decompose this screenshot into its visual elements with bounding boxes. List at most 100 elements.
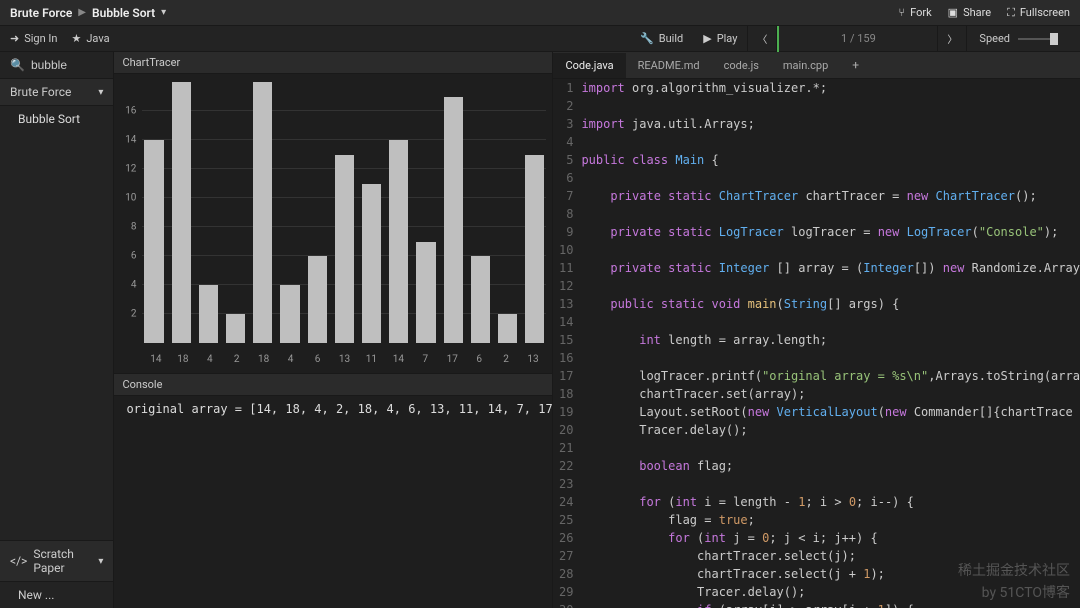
prev-step-button[interactable]: 〈 (747, 26, 777, 52)
code-line[interactable]: 15 int length = array.length; (553, 331, 1080, 349)
x-tick: 4 (196, 354, 223, 365)
progress-indicator[interactable]: 1 / 159 (777, 26, 937, 52)
bar (362, 184, 381, 344)
bar (308, 256, 327, 343)
fork-button[interactable]: ⑂Fork (899, 6, 932, 19)
x-tick: 14 (385, 354, 412, 365)
new-scratch-button[interactable]: New ... (0, 582, 113, 608)
line-number: 26 (553, 529, 581, 547)
tab-code-java[interactable]: Code.java (553, 53, 625, 78)
code-line[interactable]: 9 private static LogTracer logTracer = n… (553, 223, 1080, 241)
code-line[interactable]: 10 (553, 241, 1080, 259)
line-number: 8 (553, 205, 581, 223)
line-number: 22 (553, 457, 581, 475)
build-button[interactable]: 🔧Build (630, 26, 693, 52)
bar-container (142, 82, 546, 343)
line-number: 19 (553, 403, 581, 421)
code-line[interactable]: 12 (553, 277, 1080, 295)
code-line[interactable]: 6 (553, 169, 1080, 187)
code-line[interactable]: 3import java.util.Arrays; (553, 115, 1080, 133)
tab-main-cpp[interactable]: main.cpp (771, 53, 840, 78)
next-step-button[interactable]: 〉 (937, 26, 967, 52)
code-line[interactable]: 16 (553, 349, 1080, 367)
line-number: 10 (553, 241, 581, 259)
breadcrumb-category[interactable]: Brute Force (10, 6, 72, 20)
code-line[interactable]: 1import org.algorithm_visualizer.*; (553, 79, 1080, 97)
code-line[interactable]: 7 private static ChartTracer chartTracer… (553, 187, 1080, 205)
code-line[interactable]: 4 (553, 133, 1080, 151)
x-tick: 14 (142, 354, 169, 365)
x-tick: 2 (493, 354, 520, 365)
code-line[interactable]: 18 chartTracer.set(array); (553, 385, 1080, 403)
x-tick: 17 (439, 354, 466, 365)
tab-code-js[interactable]: code.js (712, 53, 771, 78)
star-icon: ★ (71, 32, 81, 45)
signin-button[interactable]: ➜Sign In (10, 32, 57, 45)
caret-down-icon: ▾ (98, 556, 103, 567)
code-line[interactable]: 2 (553, 97, 1080, 115)
bar (498, 314, 517, 343)
code-line[interactable]: 14 (553, 313, 1080, 331)
line-number: 21 (553, 439, 581, 457)
line-number: 4 (553, 133, 581, 151)
line-number: 3 (553, 115, 581, 133)
speed-slider[interactable] (1018, 38, 1058, 40)
search-icon: 🔍 (10, 58, 25, 72)
bar (199, 285, 218, 343)
fullscreen-icon: ⛶ (1007, 6, 1015, 20)
editor-tabs: Code.javaREADME.mdcode.jsmain.cpp+ (553, 52, 1080, 79)
line-number: 25 (553, 511, 581, 529)
code-line[interactable]: 22 boolean flag; (553, 457, 1080, 475)
slider-knob[interactable] (1050, 33, 1058, 45)
code-line[interactable]: 30 if (array[j] > array[j + 1]) { (553, 601, 1080, 608)
play-button[interactable]: ▶Play (693, 26, 747, 52)
share-button[interactable]: ▣Share (948, 6, 991, 19)
line-number: 14 (553, 313, 581, 331)
code-line[interactable]: 24 for (int i = length - 1; i > 0; i--) … (553, 493, 1080, 511)
category-header[interactable]: Brute Force ▾ (0, 79, 113, 106)
code-line[interactable]: 21 (553, 439, 1080, 457)
line-number: 7 (553, 187, 581, 205)
search-input[interactable] (31, 58, 103, 72)
line-number: 18 (553, 385, 581, 403)
fork-icon: ⑂ (899, 6, 906, 19)
code-line[interactable]: 5public class Main { (553, 151, 1080, 169)
line-number: 24 (553, 493, 581, 511)
language-selector[interactable]: ★Java (71, 32, 109, 45)
scratch-paper-header[interactable]: </>Scratch Paper ▾ (0, 540, 113, 582)
line-number: 2 (553, 97, 581, 115)
line-number: 23 (553, 475, 581, 493)
code-line[interactable]: 28 chartTracer.select(j + 1); (553, 565, 1080, 583)
code-line[interactable]: 8 (553, 205, 1080, 223)
fullscreen-button[interactable]: ⛶Fullscreen (1007, 6, 1070, 20)
code-line[interactable]: 27 chartTracer.select(j); (553, 547, 1080, 565)
breadcrumb-algorithm[interactable]: Bubble Sort (92, 6, 155, 20)
code-line[interactable]: 11 private static Integer [] array = (In… (553, 259, 1080, 277)
x-tick: 18 (250, 354, 277, 365)
code-line[interactable]: 19 Layout.setRoot(new VerticalLayout(new… (553, 403, 1080, 421)
code-line[interactable]: 17 logTracer.printf("original array = %s… (553, 367, 1080, 385)
sidebar-item-bubblesort[interactable]: Bubble Sort (0, 106, 113, 132)
line-number: 16 (553, 349, 581, 367)
x-tick: 2 (223, 354, 250, 365)
code-line[interactable]: 29 Tracer.delay(); (553, 583, 1080, 601)
code-editor[interactable]: 1import org.algorithm_visualizer.*;23imp… (553, 79, 1080, 608)
caret-down-icon[interactable]: ▾ (161, 7, 166, 18)
tab-readme-md[interactable]: README.md (626, 53, 712, 78)
x-tick: 13 (520, 354, 547, 365)
bar (389, 140, 408, 343)
y-tick: 12 (125, 164, 136, 175)
line-number: 29 (553, 583, 581, 601)
code-line[interactable]: 26 for (int j = 0; j < i; j++) { (553, 529, 1080, 547)
code-line[interactable]: 23 (553, 475, 1080, 493)
x-tick: 13 (331, 354, 358, 365)
x-tick: 11 (358, 354, 385, 365)
line-number: 27 (553, 547, 581, 565)
code-line[interactable]: 25 flag = true; (553, 511, 1080, 529)
code-line[interactable]: 20 Tracer.delay(); (553, 421, 1080, 439)
y-tick: 14 (125, 135, 136, 146)
add-tab-button[interactable]: + (840, 52, 871, 78)
code-panel: Code.javaREADME.mdcode.jsmain.cpp+ 1impo… (552, 52, 1080, 608)
code-line[interactable]: 13 public static void main(String[] args… (553, 295, 1080, 313)
line-number: 1 (553, 79, 581, 97)
